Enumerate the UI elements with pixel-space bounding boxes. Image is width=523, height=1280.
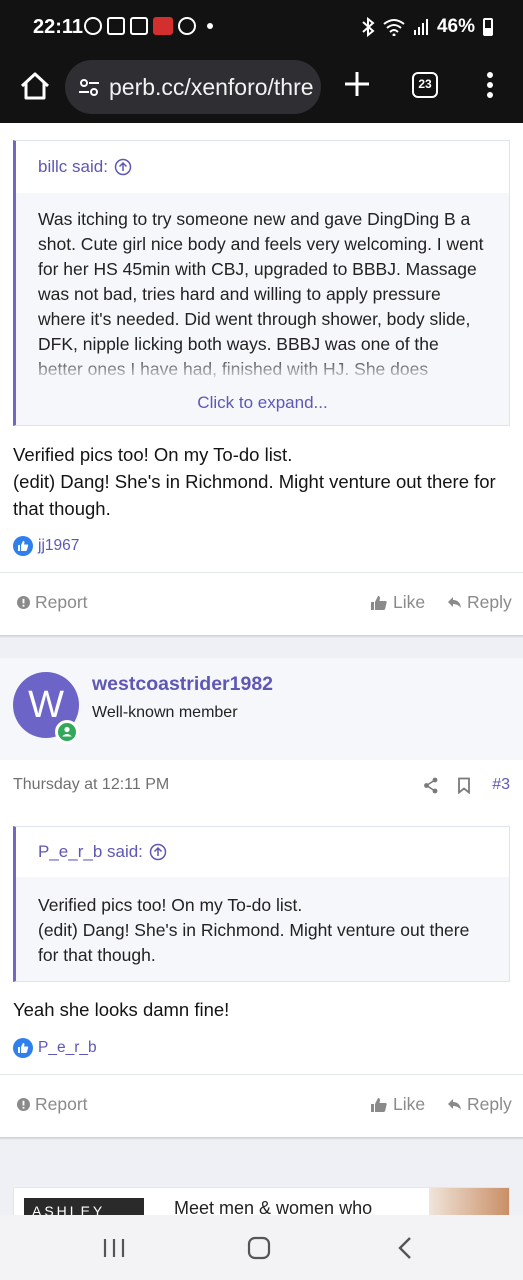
- jump-to-quote-icon[interactable]: [114, 158, 132, 176]
- tab-switcher-button[interactable]: 23: [412, 72, 438, 98]
- thumbs-up-icon: [371, 595, 387, 610]
- battery-percent: 46%: [436, 16, 475, 37]
- system-icons: 46%: [361, 16, 493, 38]
- reaction-bar[interactable]: jj1967: [13, 536, 79, 556]
- user-title: Well-known member: [92, 704, 238, 721]
- post-message: Yeah she looks damn fine!: [13, 999, 230, 1020]
- online-indicator: [55, 720, 79, 744]
- facebook-icon: [84, 17, 102, 35]
- home-nav-button[interactable]: [244, 1235, 274, 1261]
- reply-icon: [448, 597, 461, 608]
- recent-apps-button[interactable]: [99, 1235, 129, 1261]
- post-actions: Report Like Reply: [0, 592, 523, 622]
- ad-logo: ASHLEY: [24, 1198, 144, 1215]
- tiktok-icon: [130, 17, 148, 35]
- quote-author[interactable]: billc said:: [38, 157, 108, 177]
- post-message: Verified pics too! On my To-do list. (ed…: [13, 444, 496, 519]
- reply-button[interactable]: Reply: [447, 1094, 512, 1115]
- bookmark-icon[interactable]: [457, 777, 471, 794]
- quote-block: billc said: Was itching to try someone n…: [13, 140, 510, 426]
- reply-icon: [448, 1099, 461, 1110]
- thumbs-up-icon: [371, 1097, 387, 1112]
- post-number[interactable]: #3: [492, 776, 510, 794]
- back-button[interactable]: [392, 1235, 422, 1261]
- username[interactable]: westcoastrider1982: [92, 673, 273, 696]
- reply-label[interactable]: Reply: [467, 592, 512, 613]
- post-meta: Thursday at 12:11 PM #3: [13, 776, 510, 800]
- jump-to-quote-icon[interactable]: [149, 843, 167, 861]
- alert-icon: [17, 596, 30, 609]
- system-nav-bar: [0, 1215, 523, 1280]
- bluetooth-icon: [362, 17, 375, 37]
- mail-icon: [107, 17, 125, 35]
- quote-text: Verified pics too! On my To-do list. (ed…: [38, 895, 470, 965]
- share-icon[interactable]: [423, 777, 439, 794]
- signal-icon: [413, 19, 428, 35]
- quote-header[interactable]: billc said:: [16, 141, 509, 193]
- more-notifications-dot: [207, 23, 213, 29]
- address-bar[interactable]: perb.cc/xenforo/thre: [65, 60, 321, 114]
- user-card: W westcoastrider1982 Well-known member: [0, 658, 523, 760]
- new-tab-button[interactable]: [343, 70, 371, 98]
- wifi-icon: [383, 19, 405, 36]
- notification-icons: [84, 17, 213, 35]
- reply-button[interactable]: Reply: [447, 592, 512, 613]
- like-reaction-icon: [13, 1038, 33, 1058]
- ad-photo: [429, 1188, 509, 1215]
- status-bar: 22:11 46%: [0, 0, 523, 56]
- report-label[interactable]: Report: [35, 592, 88, 613]
- post-actions: Report Like Reply: [0, 1094, 523, 1124]
- url-text[interactable]: perb.cc/xenforo/thre: [109, 74, 314, 101]
- site-settings-icon[interactable]: [77, 75, 101, 99]
- reaction-user[interactable]: jj1967: [38, 537, 79, 555]
- quote-block: P_e_r_b said: Verified pics too! On my T…: [13, 826, 510, 982]
- messenger-icon: [178, 17, 196, 35]
- reaction-user[interactable]: P_e_r_b: [38, 1039, 97, 1057]
- like-reaction-icon: [13, 536, 33, 556]
- ad-banner[interactable]: ASHLEY Meet men & women who: [13, 1187, 510, 1215]
- post-timestamp[interactable]: Thursday at 12:11 PM: [13, 776, 169, 794]
- quote-author[interactable]: P_e_r_b said:: [38, 842, 143, 862]
- report-label[interactable]: Report: [35, 1094, 88, 1115]
- quote-header[interactable]: P_e_r_b said:: [16, 827, 509, 877]
- like-label[interactable]: Like: [393, 1094, 425, 1115]
- ad-headline[interactable]: Meet men & women who: [174, 1198, 372, 1215]
- post-separator-shadow: [0, 635, 523, 638]
- like-label[interactable]: Like: [393, 592, 425, 613]
- reply-label[interactable]: Reply: [467, 1094, 512, 1115]
- reaction-bar[interactable]: P_e_r_b: [13, 1038, 97, 1058]
- battery-icon: [483, 18, 493, 36]
- report-button[interactable]: Report: [17, 592, 88, 613]
- browser-toolbar: perb.cc/xenforo/thre 23: [0, 56, 523, 123]
- quote-fade: [16, 355, 509, 383]
- red-app-icon: [153, 17, 173, 35]
- divider: [0, 572, 523, 573]
- overflow-menu-button[interactable]: [480, 70, 500, 100]
- like-button[interactable]: Like: [370, 1094, 425, 1115]
- divider: [0, 1074, 523, 1075]
- report-button[interactable]: Report: [17, 1094, 88, 1115]
- home-button[interactable]: [18, 69, 52, 103]
- post-separator: [0, 635, 523, 658]
- like-button[interactable]: Like: [370, 592, 425, 613]
- page-content: billc said: Was itching to try someone n…: [0, 123, 523, 1215]
- click-to-expand[interactable]: Click to expand...: [16, 393, 509, 413]
- status-time: 22:11: [33, 16, 84, 38]
- post-separator-shadow: [0, 1137, 523, 1140]
- alert-icon: [17, 1098, 30, 1111]
